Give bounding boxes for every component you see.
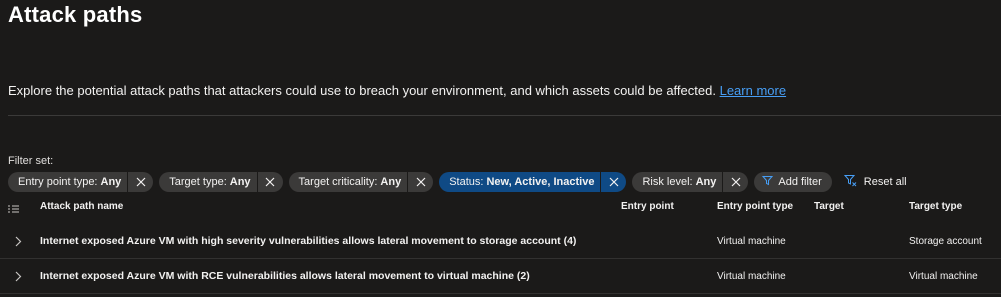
target-type-cell: Storage account [909, 236, 982, 247]
filter-pill-target-criticality[interactable]: Target criticality: Any [288, 172, 434, 192]
page-title: Attack paths [8, 2, 143, 27]
description-text: Explore the potential attack paths that … [8, 83, 716, 98]
close-icon[interactable] [722, 172, 748, 192]
filter-key: Risk level: [642, 176, 693, 188]
filter-key: Target criticality: [298, 176, 378, 188]
column-header-target-type[interactable]: Target type [909, 201, 962, 212]
filter-value: Any [380, 176, 402, 188]
table-header: Attack path name Entry point Entry point… [0, 201, 1001, 217]
column-header-target[interactable]: Target [814, 201, 844, 212]
attack-path-name: Internet exposed Azure VM with high seve… [40, 235, 577, 247]
table-row[interactable]: Internet exposed Azure VM with high seve… [0, 225, 1001, 259]
filter-bar: Entry point type: Any Target type: Any Tar… [8, 172, 907, 192]
filter-value: Any [100, 176, 122, 188]
target-type-cell: Virtual machine [909, 271, 978, 282]
filter-value: New, Active, Inactive [486, 176, 595, 188]
column-header-name[interactable]: Attack path name [40, 201, 123, 212]
filter-key: Status: [449, 176, 484, 188]
filter-pill-status[interactable]: Status: New, Active, Inactive [439, 172, 627, 192]
reset-all-label: Reset all [863, 176, 907, 188]
add-filter-button[interactable]: Add filter [754, 172, 832, 192]
filter-reset-icon [843, 174, 864, 190]
close-icon[interactable] [600, 172, 626, 192]
filter-value: Any [229, 176, 251, 188]
table-row[interactable]: Internet exposed Azure VM with RCE vulne… [0, 260, 1001, 294]
filter-icon [762, 175, 778, 189]
chevron-right-icon[interactable] [14, 271, 22, 285]
filter-pill-entry-point-type[interactable]: Entry point type: Any [8, 172, 154, 192]
divider [8, 115, 1001, 116]
filter-key: Target type: [169, 176, 227, 188]
column-header-entry-point-type[interactable]: Entry point type [717, 201, 793, 212]
reset-all-button[interactable]: Reset all [843, 174, 907, 190]
entry-point-type-cell: Virtual machine [717, 236, 786, 247]
filter-pill-target-type[interactable]: Target type: Any [159, 172, 283, 192]
attack-path-name: Internet exposed Azure VM with RCE vulne… [40, 270, 530, 282]
filter-value: Any [695, 176, 717, 188]
close-icon[interactable] [256, 172, 283, 192]
entry-point-type-cell: Virtual machine [717, 271, 786, 282]
add-filter-label: Add filter [778, 176, 822, 188]
filter-set-label: Filter set: [8, 155, 54, 167]
learn-more-link[interactable]: Learn more [720, 83, 786, 98]
filter-pill-risk-level[interactable]: Risk level: Any [632, 172, 749, 192]
column-header-entry-point[interactable]: Entry point [621, 201, 674, 212]
chevron-right-icon[interactable] [14, 236, 22, 250]
close-icon[interactable] [407, 172, 433, 192]
filter-key: Entry point type: [18, 176, 98, 188]
page-description: Explore the potential attack paths that … [8, 83, 786, 98]
close-icon[interactable] [127, 172, 153, 192]
